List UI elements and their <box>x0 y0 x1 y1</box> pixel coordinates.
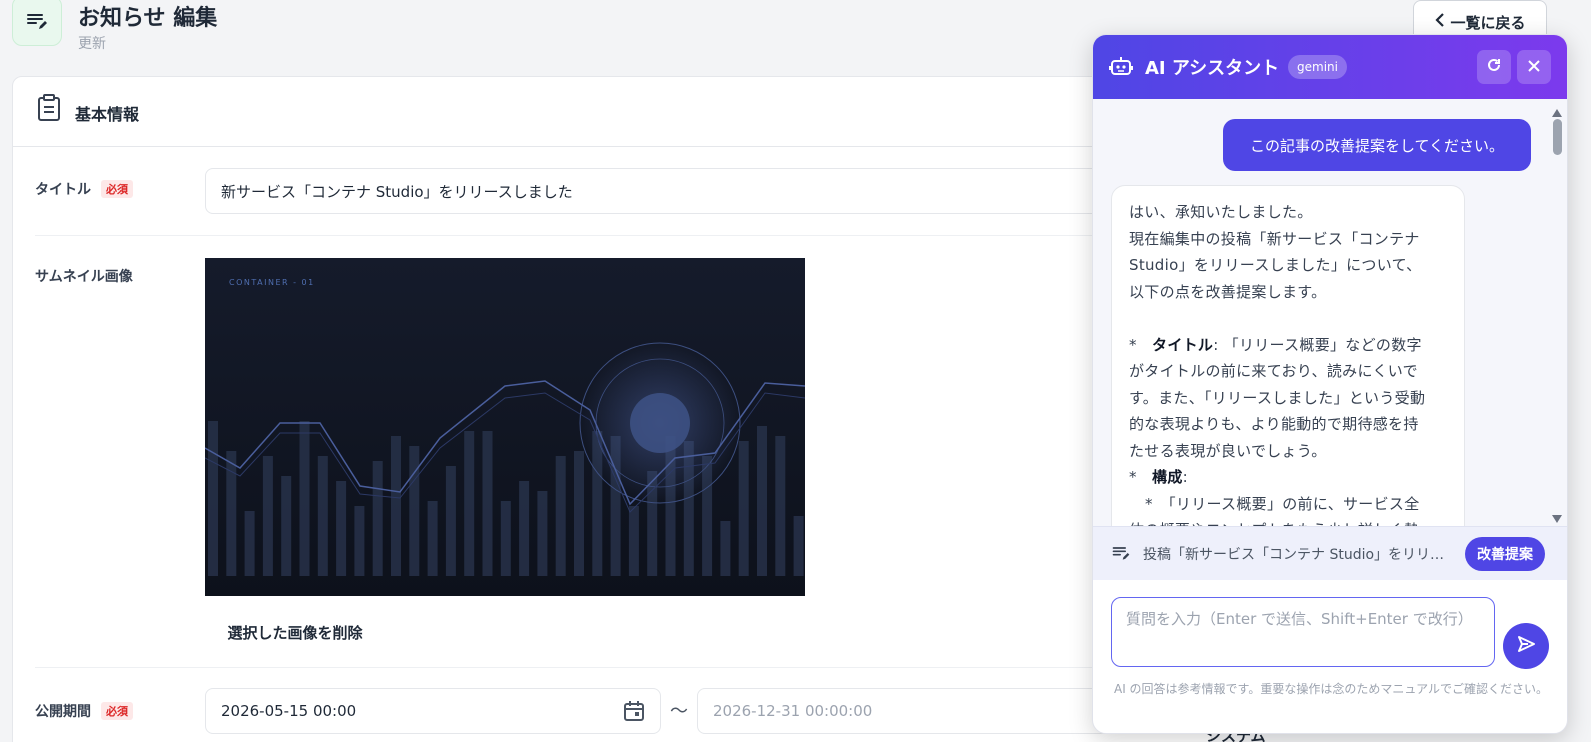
context-bar: 投稿「新サービス「コンテナ Studio」をリリースしました」 改善提案 <box>1093 526 1567 580</box>
context-text: 投稿「新サービス「コンテナ Studio」をリリースしました」 <box>1143 547 1453 563</box>
edit-note-icon <box>1111 543 1131 567</box>
thumbnail-bar <box>628 506 639 576</box>
reply-line: たせる表現が良いでしょう。 <box>1129 441 1327 460</box>
reply-line: 以下の点を改善提案します。 <box>1129 282 1327 301</box>
thumbnail-bar <box>299 421 310 576</box>
thumbnail-bar <box>775 436 786 576</box>
user-message: この記事の改善提案をしてください。 <box>1223 119 1531 171</box>
ai-assistant-panel: AI アシスタント gemini この記事の改善提案をしてください。 はい、承知… <box>1092 34 1568 734</box>
reply-line: す。また、「リリースしました」という受動 <box>1129 388 1426 407</box>
reply-line: Studio」をリリースしました」について、 <box>1129 256 1422 274</box>
thumbnail-caption: CONTAINER - 01 <box>229 278 315 287</box>
model-badge: gemini <box>1288 55 1347 79</box>
ai-panel-header: AI アシスタント gemini <box>1093 35 1567 99</box>
thumbnail-bar <box>317 456 328 576</box>
scroll-down-arrow[interactable] <box>1551 509 1563 526</box>
thumbnail-bar <box>262 456 273 576</box>
refresh-icon <box>1486 57 1502 77</box>
card-header: 基本情報 <box>13 77 1211 147</box>
divider <box>35 667 1145 668</box>
reply-bullet-title: * タイトル: 「リリース概要」などの数字 <box>1129 332 1447 359</box>
title-label-text: タイトル <box>35 182 91 198</box>
bullet-text: : 「リリース概要」などの数字 <box>1213 335 1422 354</box>
refresh-button[interactable] <box>1477 50 1511 84</box>
question-input[interactable] <box>1111 597 1495 667</box>
ai-panel-title: AI アシスタント <box>1145 58 1280 79</box>
bullet-marker: * <box>1129 468 1137 486</box>
bullet-bold: 構成 <box>1152 468 1183 486</box>
thumbnail-bar <box>793 516 804 576</box>
period-start-input[interactable]: 2026-05-15 00:00 <box>205 688 661 734</box>
reply-gap <box>1129 305 1447 332</box>
assistant-message: はい、承知いたしました。 現在編集中の投稿「新サービス「コンテナ Studio」… <box>1111 185 1465 526</box>
thumbnail-bar <box>372 461 383 576</box>
thumbnail-bar <box>208 421 218 576</box>
thumbnail-bar <box>757 426 767 576</box>
send-icon <box>1516 634 1536 658</box>
period-end-placeholder: 2026-12-31 00:00:00 <box>713 702 873 720</box>
calendar-icon[interactable] <box>622 699 646 727</box>
reply-line: 的な表現よりも、より能動的で期待感を持 <box>1129 415 1419 433</box>
thumbnail-bar <box>464 431 475 576</box>
required-badge: 必須 <box>101 180 133 198</box>
thumbnail-bar <box>555 456 566 576</box>
page-title: お知らせ 編集 <box>78 6 218 31</box>
chat-scrollbar-thumb[interactable] <box>1553 119 1562 155</box>
send-button[interactable] <box>1503 623 1549 669</box>
thumbnail-bar <box>574 451 584 576</box>
robot-icon <box>1109 54 1133 82</box>
bullet-text: : <box>1182 468 1188 486</box>
page: お知らせ 編集 更新 一覧に戻る 基本情報 タイトル 必須 新サービス「コンテナ … <box>0 0 1591 742</box>
close-button[interactable] <box>1517 50 1551 84</box>
period-start-value: 2026-05-15 00:00 <box>221 702 357 720</box>
section-title: 基本情報 <box>75 105 140 124</box>
thumbnail-bar <box>445 466 456 576</box>
chevron-left-icon <box>1434 13 1446 31</box>
thumbnail-bar <box>281 476 292 576</box>
thumbnail-bar <box>482 431 493 576</box>
clipboard-icon <box>37 94 61 126</box>
title-input-value: 新サービス「コンテナ Studio」をリリースしました <box>221 182 573 201</box>
reply-line: がタイトルの前に来ており、読みにくいで <box>1129 362 1418 380</box>
reply-line: * 「リリース概要」の前に、サービス全 <box>1145 494 1420 513</box>
thumbnail-bar <box>519 481 530 576</box>
reply-line: 体の概要やコンセプトをもう少し詳しく熱 <box>1129 517 1447 526</box>
thumbnail-bar <box>336 481 347 576</box>
title-input[interactable]: 新サービス「コンテナ Studio」をリリースしました <box>205 168 1135 214</box>
disclaimer-text: AI の回答は参考情報です。重要な操作は念のためマニュアルでご確認ください。 <box>1113 682 1548 696</box>
improve-suggestion-button[interactable]: 改善提案 <box>1465 537 1545 571</box>
close-icon <box>1527 58 1541 77</box>
back-button-label: 一覧に戻る <box>1450 13 1526 32</box>
thumbnail-bar <box>244 511 255 576</box>
thumbnail-image[interactable]: CONTAINER - 01 <box>205 258 805 596</box>
delete-image-button[interactable]: 選択した画像を削除 <box>205 612 385 652</box>
thumbnail-bar <box>409 446 420 576</box>
thumbnail-label: サムネイル画像 <box>35 269 133 285</box>
thumbnail-bar <box>738 441 749 576</box>
period-end-input[interactable]: 2026-12-31 00:00:00 <box>697 688 1137 734</box>
thumbnail-chart: CONTAINER - 01 <box>205 258 805 596</box>
thumbnail-bar <box>500 501 511 576</box>
thumbnail-bar <box>537 491 548 576</box>
reply-line: はい、承知いたしました。 <box>1129 203 1313 221</box>
edit-note-icon <box>12 0 62 46</box>
divider <box>35 235 1145 236</box>
page-subtitle: 更新 <box>78 36 106 52</box>
period-label-text: 公開期間 <box>35 704 91 720</box>
reply-bullet-structure: * 構成: <box>1129 464 1447 491</box>
required-badge: 必須 <box>101 702 133 720</box>
bullet-bold: タイトル <box>1152 335 1214 354</box>
thumbnail-bar <box>391 436 401 576</box>
thumbnail-bar <box>720 521 731 576</box>
chat-messages[interactable]: この記事の改善提案をしてください。 はい、承知いたしました。 現在編集中の投稿「… <box>1093 99 1567 526</box>
bullet-marker: * <box>1129 335 1137 354</box>
period-separator: 〜 <box>670 701 688 722</box>
period-label: 公開期間 必須 <box>35 701 133 721</box>
reply-line: 現在編集中の投稿「新サービス「コンテナ <box>1129 229 1420 248</box>
thumbnail-bar <box>427 501 438 576</box>
title-label: タイトル 必須 <box>35 179 133 199</box>
thumbnail-bar <box>354 506 365 576</box>
